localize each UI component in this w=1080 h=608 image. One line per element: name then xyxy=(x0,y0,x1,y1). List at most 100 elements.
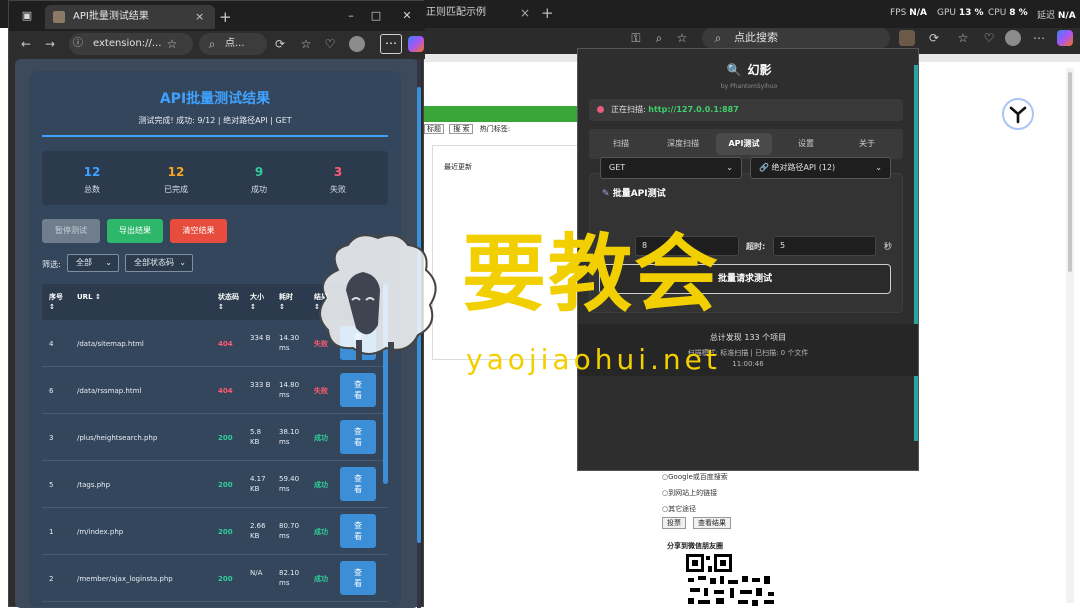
background-search-bar[interactable]: 点此搜索 xyxy=(702,28,890,48)
profile-avatar-icon[interactable] xyxy=(1005,30,1021,46)
row-number: 5 xyxy=(49,481,54,489)
favorites-icon[interactable]: ☆ xyxy=(955,30,971,46)
test-summary: 测试完成! 成功: 9/12 | 绝对路径API | GET xyxy=(138,116,292,125)
column-no-header[interactable]: 序号 ↕ xyxy=(49,292,71,312)
bookmark-star-icon[interactable]: ☆ xyxy=(163,35,181,53)
site-green-bar xyxy=(424,106,578,122)
vote-option[interactable]: ○到网站上的链接 xyxy=(662,488,717,498)
export-results-button[interactable]: 导出结果 xyxy=(107,219,163,243)
column-url-header[interactable]: URL ↕ xyxy=(77,292,101,302)
tab-actions-icon[interactable]: ▣ xyxy=(15,7,39,25)
stat-completed-label: 已完成 xyxy=(164,185,188,194)
row-size: 4.17 KB xyxy=(250,475,266,493)
row-url: /tags.php xyxy=(77,481,111,489)
tab-settings[interactable]: 设置 xyxy=(778,133,834,155)
vote-option[interactable]: ○其它途径 xyxy=(662,504,696,514)
tab-deep-scan[interactable]: 深度扫描 xyxy=(655,133,711,155)
more-icon[interactable]: ⋯ xyxy=(1031,30,1047,46)
stat-failed-value: 3 xyxy=(333,165,343,179)
site-info-icon[interactable]: ⓘ xyxy=(71,37,85,51)
hot-tags-label: 热门标签: xyxy=(479,125,511,133)
row-result: 成功 xyxy=(314,434,328,442)
api-type-select[interactable]: 🔗 绝对路径API (12) ⌄ xyxy=(750,157,891,179)
method-select[interactable]: GET ⌄ xyxy=(600,157,742,179)
row-status-code: 200 xyxy=(218,528,233,536)
table-row: 1/m/index.php 200 2.66 KB 80.70 ms 成功 查看 xyxy=(42,508,388,555)
popup-title: 🔍 幻影 xyxy=(726,63,772,77)
tab-about[interactable]: 关于 xyxy=(839,133,895,155)
favorites-icon[interactable]: ☆ xyxy=(297,35,315,53)
row-time: 59.40 ms xyxy=(279,475,300,493)
extensions-icon[interactable]: ⟳ xyxy=(926,30,942,46)
background-tab-close-icon[interactable]: × xyxy=(520,2,530,24)
row-url: /member/ajax_loginsta.php xyxy=(77,575,173,583)
minimize-icon[interactable]: – xyxy=(339,7,363,25)
search-icon: ⌕ xyxy=(714,31,722,45)
new-tab-icon[interactable]: + xyxy=(219,5,232,29)
view-detail-button[interactable]: 查看 xyxy=(340,420,376,454)
view-detail-button[interactable]: 查看 xyxy=(340,514,376,548)
column-time-header[interactable]: 耗时 ↕ xyxy=(279,292,299,312)
heart-icon[interactable]: ♡ xyxy=(981,30,997,46)
batch-title: ✎ 批量API测试 xyxy=(602,189,666,199)
row-status-code: 404 xyxy=(218,340,233,348)
row-size: 5.8 KB xyxy=(250,428,262,446)
background-scrollbar-thumb[interactable] xyxy=(1068,72,1072,272)
result-filter-select[interactable]: 全部 ⌄ xyxy=(67,254,119,272)
extension-phantom-icon[interactable] xyxy=(899,30,915,46)
heart-icon[interactable]: ♡ xyxy=(321,35,339,53)
close-window-icon[interactable]: ✕ xyxy=(395,7,419,25)
row-size: 2.66 KB xyxy=(250,522,266,540)
tab-close-icon[interactable]: × xyxy=(195,5,204,29)
maximize-icon[interactable]: □ xyxy=(364,7,388,25)
profile-avatar-icon[interactable] xyxy=(349,36,365,52)
site-search-select[interactable]: 标题 xyxy=(424,124,444,134)
background-new-tab-icon[interactable]: + xyxy=(541,2,554,24)
copilot-icon[interactable] xyxy=(408,36,424,52)
table-row: 5/tags.php 200 4.17 KB 59.40 ms 成功 查看 xyxy=(42,461,388,508)
view-detail-button[interactable]: 查看 xyxy=(340,561,376,595)
row-size: 334 B xyxy=(250,334,271,342)
sheep-mascot-watermark xyxy=(319,234,437,362)
star-icon[interactable]: ☆ xyxy=(674,30,690,46)
timeout-label: 超时: xyxy=(746,242,766,251)
footer-total: 总计发现 133 个项目 xyxy=(709,333,787,342)
recent-updates-title: 最近更新 xyxy=(444,163,472,171)
vote-view-results-button[interactable]: 查看结果 xyxy=(693,517,731,529)
column-size-header[interactable]: 大小 ↕ xyxy=(250,292,270,312)
back-icon[interactable]: ← xyxy=(17,35,35,53)
tab-scan[interactable]: 扫描 xyxy=(593,133,649,155)
filter-label: 筛选: xyxy=(42,260,61,269)
background-tab-title[interactable]: 正则匹配示例 xyxy=(424,2,534,24)
site-search-button[interactable]: 搜 索 xyxy=(449,124,474,134)
tab-api-results[interactable]: API批量测试结果 × xyxy=(45,5,215,29)
share-wechat-title: 分享到微信朋友圈 xyxy=(667,542,723,550)
row-status-code: 200 xyxy=(218,481,233,489)
vote-option[interactable]: ○Google或百度搜索 xyxy=(662,472,728,482)
row-result: 成功 xyxy=(314,528,328,536)
stat-failed-label: 失败 xyxy=(330,185,346,194)
pause-test-button[interactable]: 暂停测试 xyxy=(42,219,100,243)
more-menu-button[interactable]: ⋯ xyxy=(380,34,402,54)
row-result: 成功 xyxy=(314,481,328,489)
table-row: 2/member/ajax_loginsta.php 200 N/A 82.10 ms… xyxy=(42,555,388,602)
key-icon[interactable]: ⚿ xyxy=(628,30,644,46)
status-code-filter-select[interactable]: 全部状态码 ⌄ xyxy=(125,254,193,272)
tab-api-test[interactable]: API测试 xyxy=(716,133,772,155)
row-result: 成功 xyxy=(314,575,328,583)
watermark-main: 要教会 xyxy=(462,224,721,323)
target-icon xyxy=(597,106,604,113)
latency-stat: 延迟 N/A xyxy=(1037,11,1076,21)
popup-scrollbar[interactable] xyxy=(914,65,918,441)
row-url: /plus/heightsearch.php xyxy=(77,434,158,442)
vote-submit-button[interactable]: 投票 xyxy=(662,517,686,529)
copilot-icon[interactable] xyxy=(1057,30,1073,46)
view-detail-button[interactable]: 查看 xyxy=(340,467,376,501)
column-status-header[interactable]: 状态码 ↕ xyxy=(218,292,242,312)
extensions-icon[interactable]: ⟳ xyxy=(271,35,289,53)
clear-results-button[interactable]: 清空结果 xyxy=(170,219,227,243)
timeout-input[interactable]: 5 xyxy=(773,236,876,256)
forward-icon[interactable]: → xyxy=(41,35,59,53)
zoom-icon[interactable]: ⌕ xyxy=(651,30,667,46)
scanning-url[interactable]: http://127.0.0.1:887 xyxy=(648,105,739,114)
